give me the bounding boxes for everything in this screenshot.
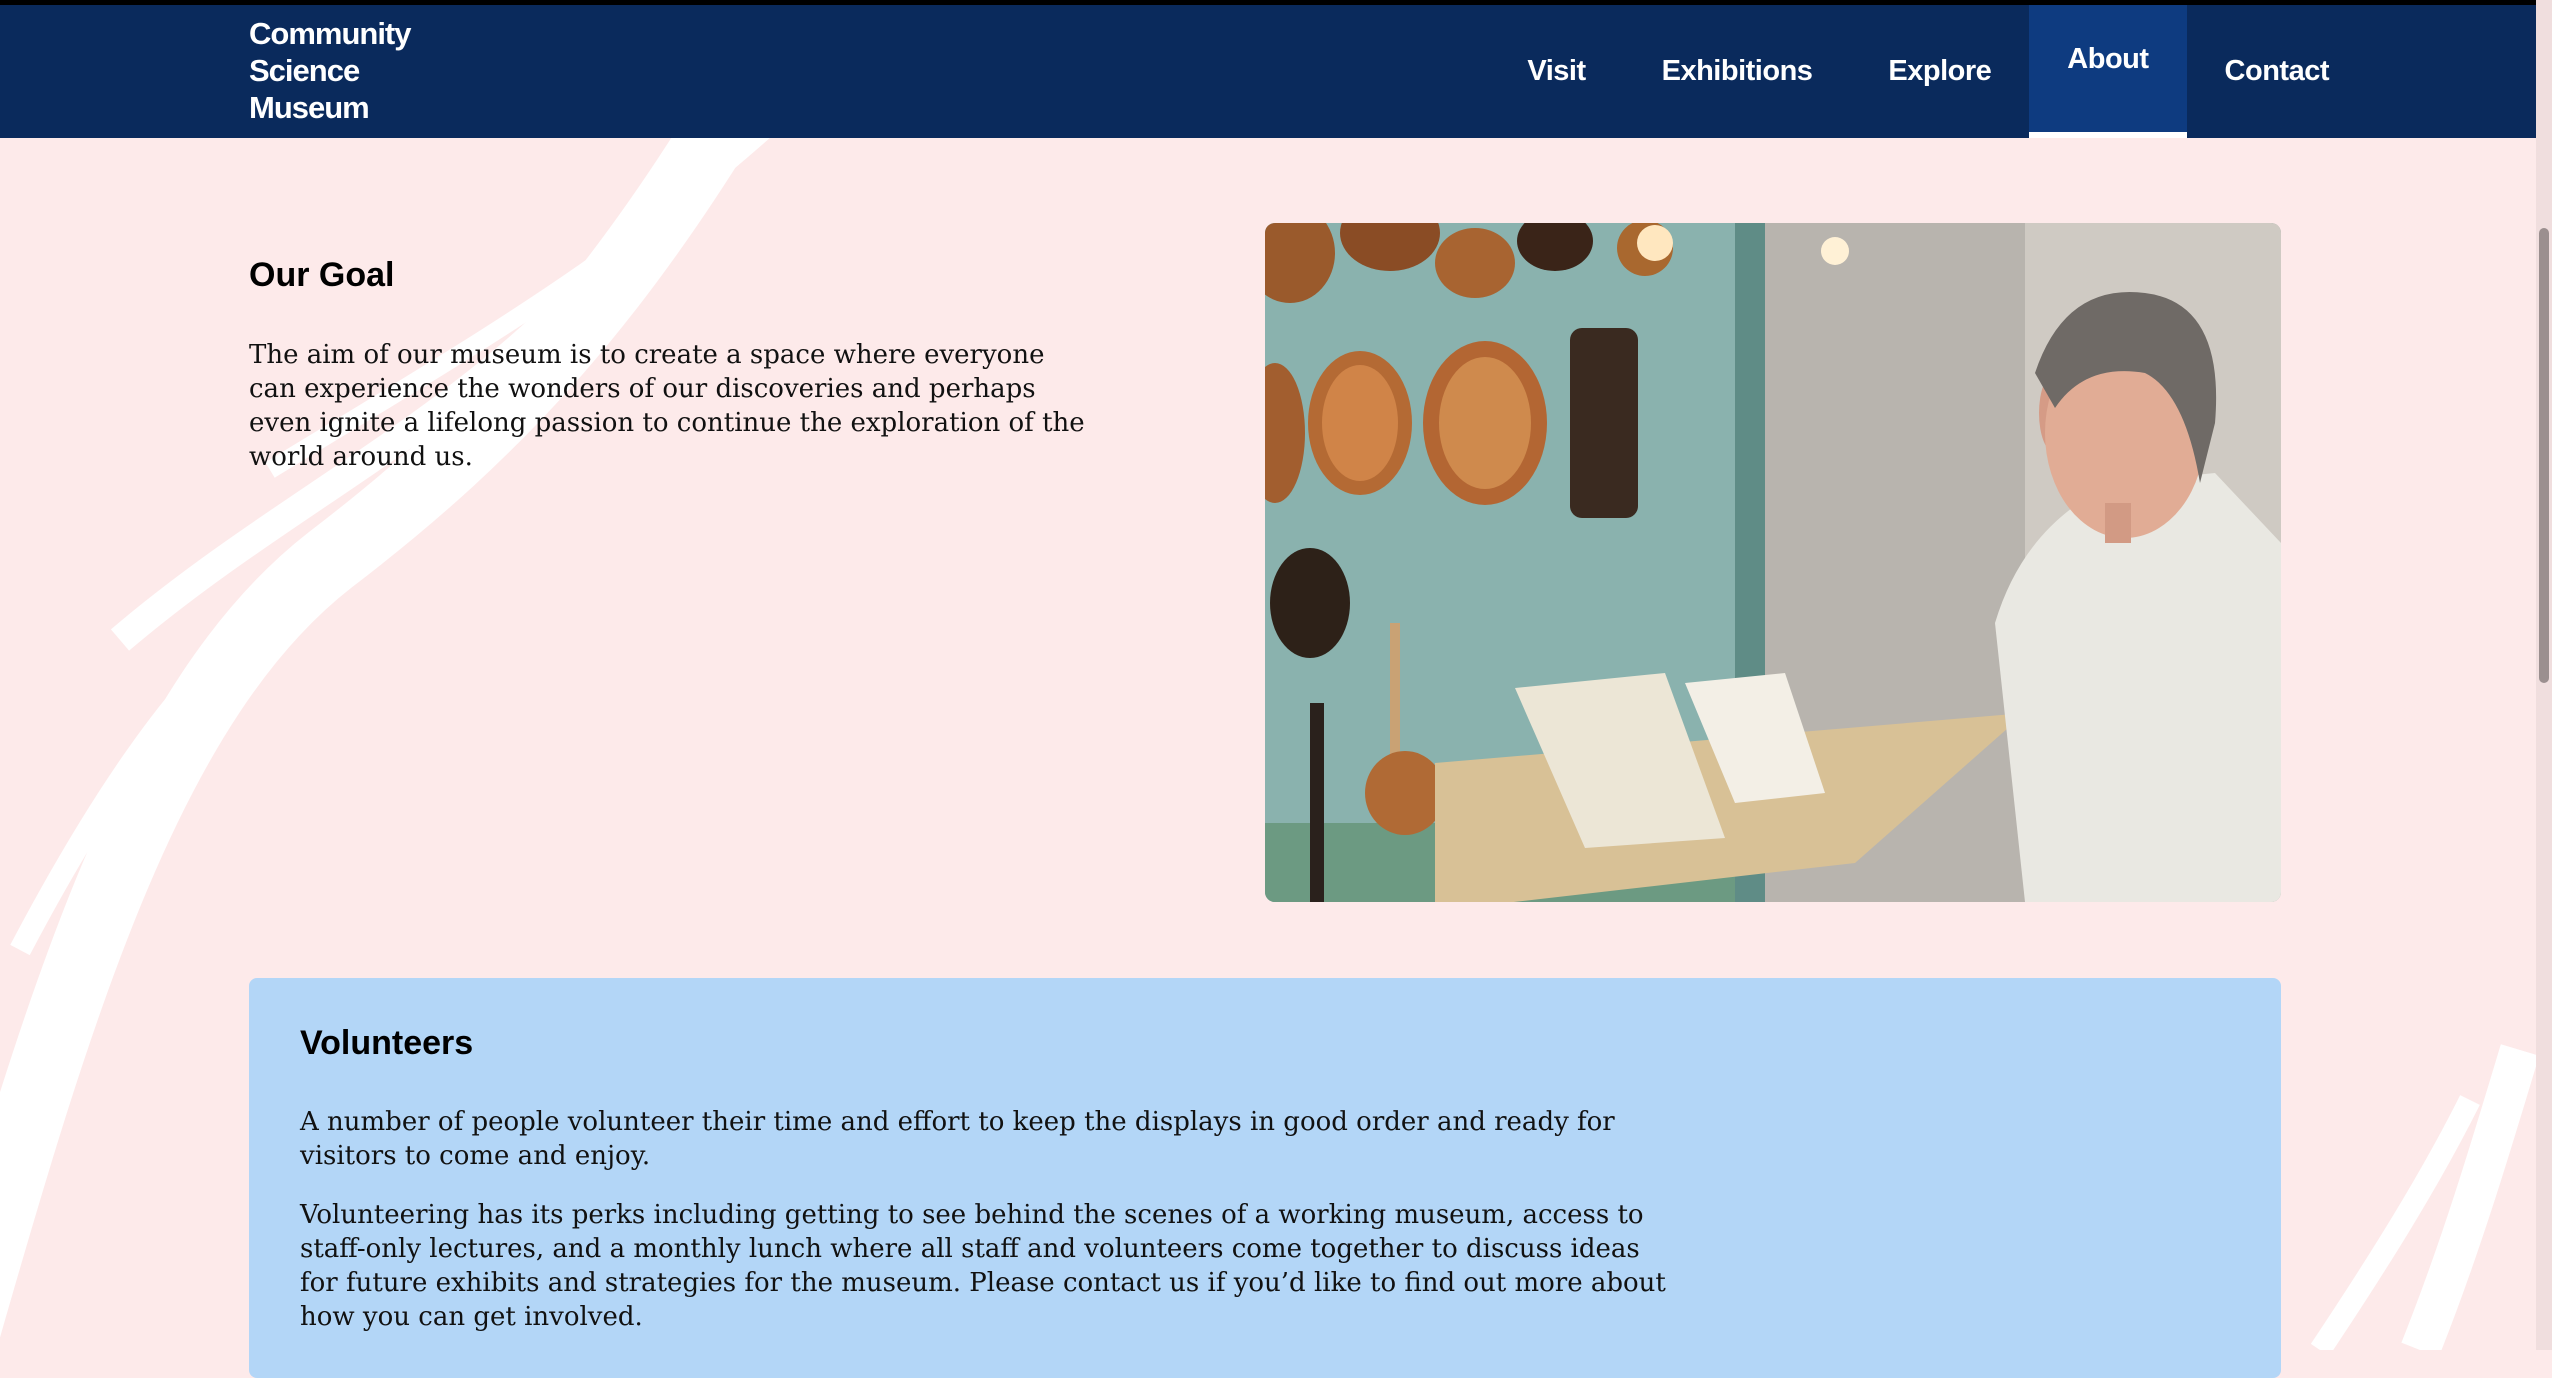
goal-text: The aim of our museum is to create a spa… [249,340,1085,472]
scrollbar-thumb[interactable] [2539,228,2549,683]
main-nav: Visit Exhibitions Explore About Contact [1489,5,2536,138]
goal-heading: Our Goal [249,256,395,294]
nav-explore[interactable]: Explore [1850,5,2029,138]
museum-volunteer-photo-icon [1265,223,2281,902]
logo-line-2: Science [249,53,360,88]
nav-about[interactable]: About [2029,5,2187,138]
site-logo[interactable]: Community Science Museum [249,15,411,126]
logo-line-3: Museum [249,90,370,125]
nav-contact[interactable]: Contact [2187,5,2536,138]
nav-visit[interactable]: Visit [1489,5,1623,138]
nav-exhibitions[interactable]: Exhibitions [1624,5,1851,138]
volunteer-photo [1265,223,2281,902]
volunteers-paragraph: A number of people volunteer their time … [300,1107,1615,1171]
site-header: Community Science Museum Visit Exhibitio… [0,5,2536,138]
volunteers-heading: Volunteers [300,1024,474,1062]
top-border [0,0,2536,5]
volunteers-paragraph: Volunteering has its perks including get… [300,1200,1666,1332]
logo-line-1: Community [249,16,411,51]
volunteers-card: Volunteers A number of people volunteer … [249,978,2281,1378]
